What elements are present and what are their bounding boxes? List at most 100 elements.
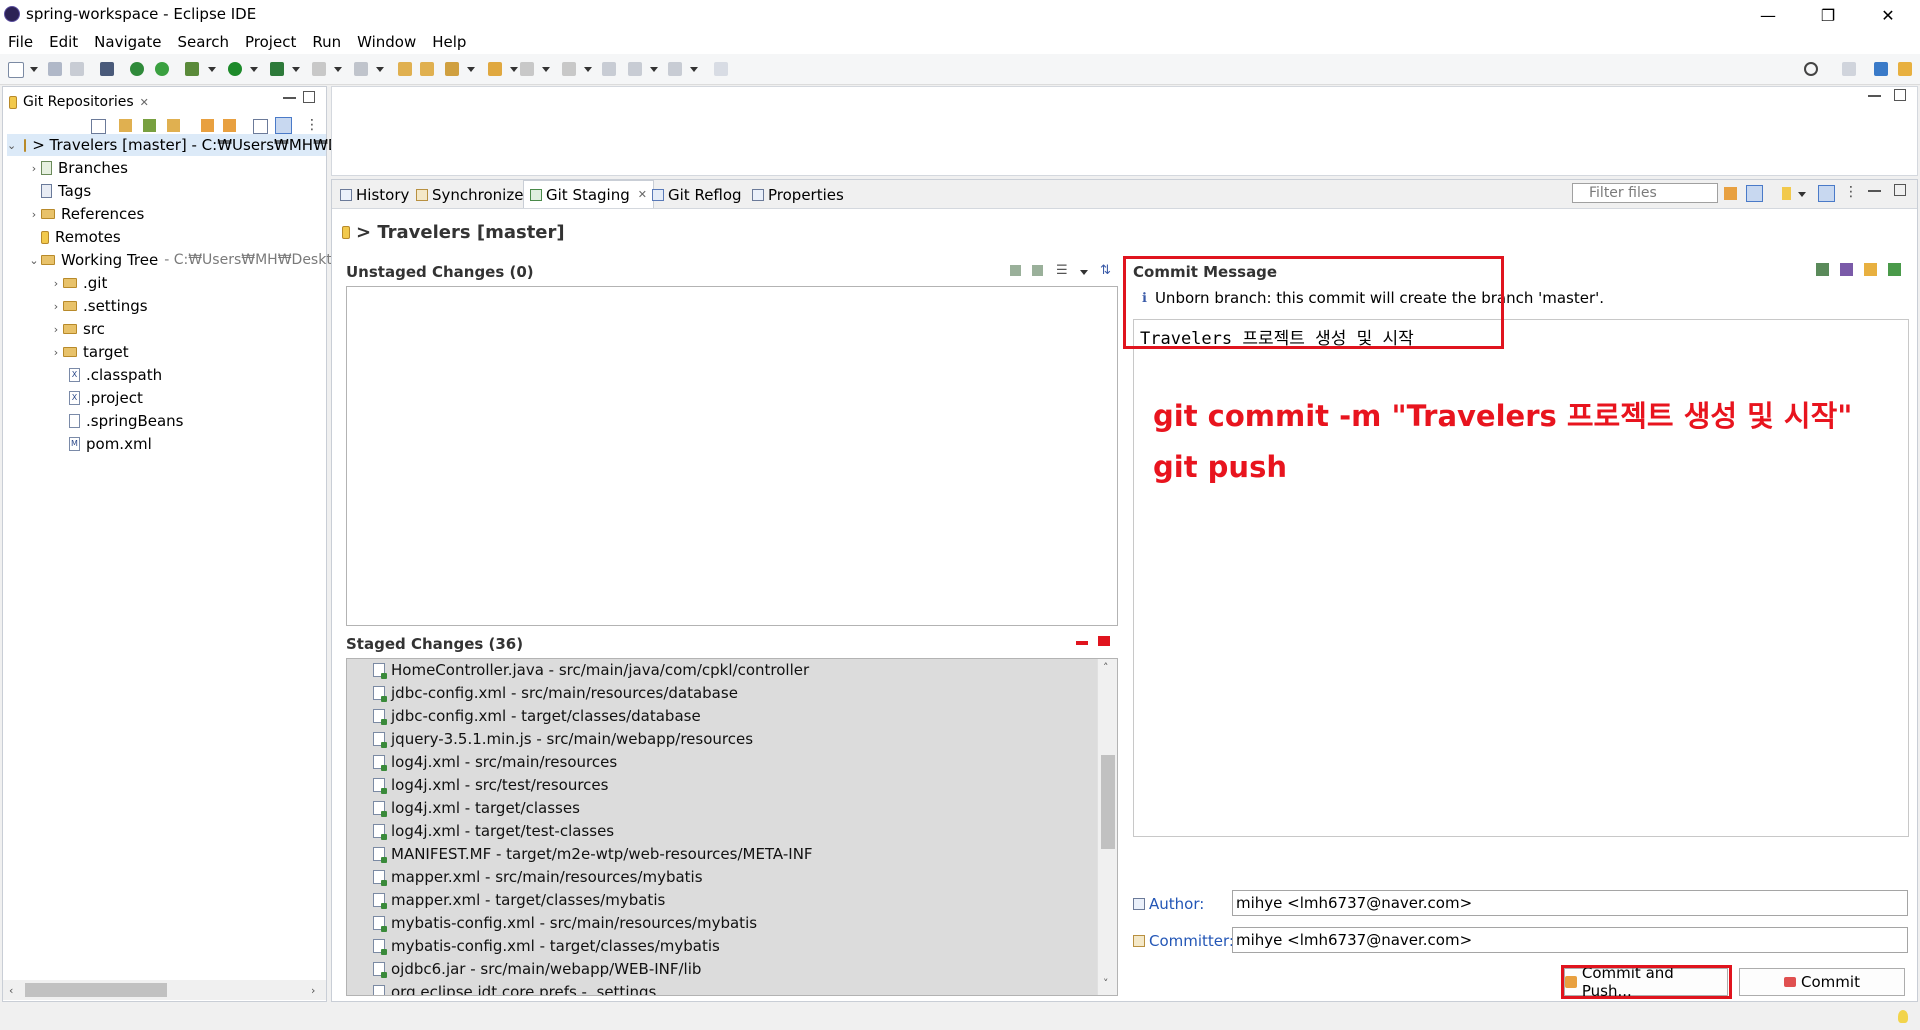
- clone-repo-icon[interactable]: [143, 119, 156, 132]
- search-icon[interactable]: [1804, 62, 1818, 76]
- git-perspective-icon[interactable]: [1898, 62, 1912, 76]
- change-id-icon[interactable]: [1888, 263, 1901, 276]
- chevron-right-icon[interactable]: ›: [49, 323, 63, 336]
- server-dropdown-icon[interactable]: [376, 67, 384, 72]
- list-item[interactable]: ojdbc6.jar - src/main/webapp/WEB-INF/lib: [373, 958, 701, 980]
- view-menu-icon[interactable]: ⋮: [305, 117, 319, 133]
- scrollbar-thumb[interactable]: [1101, 755, 1115, 849]
- unstage-selected-icon[interactable]: [1076, 641, 1088, 645]
- list-item[interactable]: log4j.xml - target/test-classes: [373, 820, 614, 842]
- amend-icon[interactable]: [1816, 263, 1829, 276]
- repository-select-icon[interactable]: [1782, 187, 1791, 200]
- commit-button[interactable]: Commit: [1739, 968, 1905, 996]
- last-edit-icon[interactable]: [602, 62, 616, 76]
- search-tool-icon[interactable]: [445, 62, 459, 76]
- refresh-repos-icon[interactable]: [223, 119, 236, 132]
- scroll-down-icon[interactable]: ˅: [1103, 977, 1109, 990]
- menu-navigate[interactable]: Navigate: [86, 30, 169, 54]
- list-item[interactable]: log4j.xml - src/test/resources: [373, 774, 608, 796]
- tab-close-icon[interactable]: ✕: [140, 96, 149, 109]
- minimize-view-icon[interactable]: [283, 91, 296, 99]
- refresh-icon[interactable]: [155, 62, 169, 76]
- save-all-icon[interactable]: [70, 62, 84, 76]
- list-item[interactable]: HomeController.java - src/main/java/com/…: [373, 659, 809, 681]
- open-folder-icon[interactable]: [420, 62, 434, 76]
- tab-git-staging[interactable]: Git Staging ✕: [523, 180, 654, 208]
- stop-dropdown-icon[interactable]: [334, 67, 342, 72]
- tab-properties[interactable]: Properties: [752, 185, 844, 205]
- chevron-right-icon[interactable]: ›: [49, 277, 63, 290]
- list-item[interactable]: mybatis-config.xml - target/classes/myba…: [373, 935, 720, 957]
- tree-target-folder[interactable]: › target: [49, 341, 129, 363]
- link-selection-icon[interactable]: [1746, 185, 1763, 202]
- create-repo-icon[interactable]: [167, 119, 180, 132]
- tree-springbeans-file[interactable]: .springBeans: [69, 410, 184, 432]
- list-item[interactable]: mapper.xml - src/main/resources/mybatis: [373, 866, 703, 888]
- tree-git-folder[interactable]: › .git: [49, 272, 108, 294]
- chevron-right-icon[interactable]: ›: [49, 346, 63, 359]
- java-ee-perspective-icon[interactable]: [1874, 62, 1888, 76]
- annotation-prev-icon[interactable]: [562, 62, 576, 76]
- minimize-button[interactable]: —: [1740, 0, 1796, 30]
- forward-dropdown-icon[interactable]: [690, 67, 698, 72]
- external-dropdown-icon[interactable]: [292, 67, 300, 72]
- committer-link[interactable]: Committer:: [1149, 932, 1234, 950]
- open-perspective-icon[interactable]: [1842, 62, 1856, 76]
- spring-icon[interactable]: [130, 62, 144, 76]
- tree-src-folder[interactable]: › src: [49, 318, 105, 340]
- presentation-icon[interactable]: ☰: [1056, 263, 1069, 278]
- vertical-scrollbar[interactable]: ˄ ˅: [1097, 659, 1117, 995]
- list-item[interactable]: jquery-3.5.1.min.js - src/main/webapp/re…: [373, 728, 753, 750]
- list-item[interactable]: mybatis-config.xml - src/main/resources/…: [373, 912, 757, 934]
- list-item[interactable]: log4j.xml - target/classes: [373, 797, 580, 819]
- unstaged-list[interactable]: [346, 286, 1118, 626]
- gpg-sign-icon[interactable]: [1864, 263, 1877, 276]
- task-dropdown-icon[interactable]: [510, 67, 518, 72]
- maximize-editor-icon[interactable]: [1894, 89, 1906, 101]
- repository-dropdown-icon[interactable]: [1798, 192, 1806, 197]
- list-item[interactable]: org.eclipse.jdt.core.prefs - .settings: [373, 981, 656, 995]
- debug-dropdown-icon[interactable]: [208, 67, 216, 72]
- run-icon[interactable]: [228, 62, 242, 76]
- new-icon[interactable]: [8, 62, 24, 78]
- link-icon[interactable]: [201, 119, 214, 132]
- task-icon[interactable]: [488, 62, 502, 76]
- chevron-right-icon[interactable]: ›: [27, 162, 41, 175]
- collapse-all-icon[interactable]: [91, 119, 106, 134]
- tree-branches[interactable]: › Branches: [27, 157, 128, 179]
- restore-button[interactable]: ❐: [1800, 0, 1856, 30]
- stop-icon[interactable]: [312, 62, 326, 76]
- sign-off-icon[interactable]: [1840, 263, 1853, 276]
- annotation-next-dropdown-icon[interactable]: [542, 67, 550, 72]
- menu-project[interactable]: Project: [237, 30, 304, 54]
- server-icon[interactable]: [354, 62, 368, 76]
- list-item[interactable]: jdbc-config.xml - target/classes/databas…: [373, 705, 701, 727]
- forward-icon[interactable]: [668, 62, 682, 76]
- tab-synchronize[interactable]: Synchronize: [416, 185, 523, 205]
- stage-all-icon[interactable]: [1032, 265, 1043, 276]
- column-layout-icon[interactable]: [1818, 185, 1835, 202]
- tree-remotes[interactable]: Remotes: [27, 226, 121, 248]
- refresh-staging-icon[interactable]: [1724, 187, 1737, 200]
- chevron-right-icon[interactable]: ›: [27, 208, 41, 221]
- back-icon[interactable]: [628, 62, 642, 76]
- tree-settings-folder[interactable]: › .settings: [49, 295, 148, 317]
- annotation-next-icon[interactable]: [520, 62, 534, 76]
- view-menu-icon[interactable]: ⋮: [1844, 184, 1858, 200]
- open-type-icon[interactable]: [398, 62, 412, 76]
- annotation-prev-dropdown-icon[interactable]: [584, 67, 592, 72]
- pin-editor-icon[interactable]: [714, 62, 728, 76]
- menu-edit[interactable]: Edit: [41, 30, 86, 54]
- search-dropdown-icon[interactable]: [467, 67, 475, 72]
- terminal-icon[interactable]: [100, 62, 114, 76]
- tree-references[interactable]: › References: [27, 203, 145, 225]
- horizontal-scrollbar[interactable]: ‹ ›: [3, 980, 326, 1000]
- presentation-dropdown-icon[interactable]: [1080, 270, 1088, 275]
- tree-classpath-file[interactable]: X .classpath: [69, 364, 162, 386]
- filter-files-input[interactable]: Filter files: [1572, 183, 1718, 203]
- sort-icon[interactable]: ⇅: [1100, 263, 1113, 278]
- menu-window[interactable]: Window: [349, 30, 424, 54]
- minimize-view-icon[interactable]: [1868, 184, 1881, 192]
- author-field[interactable]: mihye <lmh6737@naver.com>: [1232, 890, 1908, 916]
- menu-help[interactable]: Help: [424, 30, 474, 54]
